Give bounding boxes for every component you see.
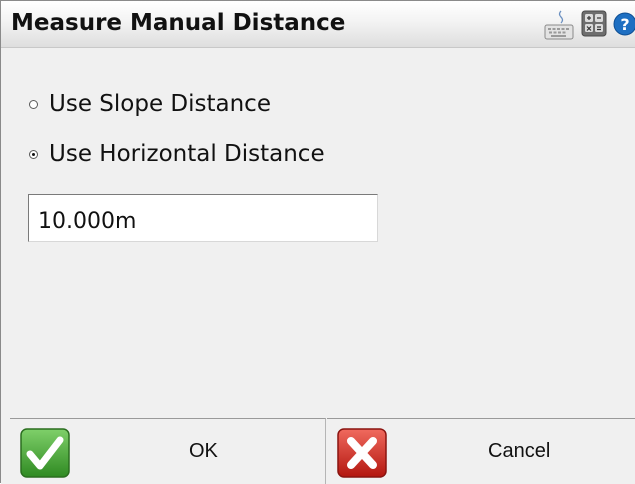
ok-button[interactable]: OK	[10, 418, 326, 484]
calculator-icon[interactable]	[581, 9, 607, 43]
dialog-title: Measure Manual Distance	[11, 10, 346, 36]
dialog-content: Use Slope Distance Use Horizontal Distan…	[1, 48, 635, 418]
checkmark-icon	[20, 428, 70, 482]
close-icon	[337, 428, 387, 482]
horizontal-distance-option[interactable]: Use Horizontal Distance	[29, 141, 325, 167]
horizontal-distance-radio[interactable]	[29, 149, 38, 159]
title-bar: Measure Manual Distance ?	[1, 1, 635, 48]
horizontal-distance-label: Use Horizontal Distance	[49, 141, 325, 167]
distance-input[interactable]	[28, 194, 378, 242]
slope-distance-option[interactable]: Use Slope Distance	[29, 91, 271, 117]
slope-distance-label: Use Slope Distance	[49, 91, 271, 117]
cancel-label: Cancel	[488, 440, 551, 462]
button-bar: OK Cancel	[1, 418, 635, 484]
keyboard-icon[interactable]	[544, 9, 574, 45]
slope-distance-radio[interactable]	[29, 99, 38, 109]
help-icon[interactable]: ?	[613, 9, 635, 43]
cancel-button[interactable]: Cancel	[327, 418, 635, 484]
svg-text:?: ?	[620, 15, 629, 34]
ok-label: OK	[189, 440, 218, 462]
measure-manual-distance-dialog: Measure Manual Distance ? Use Slope Dist…	[0, 0, 635, 484]
